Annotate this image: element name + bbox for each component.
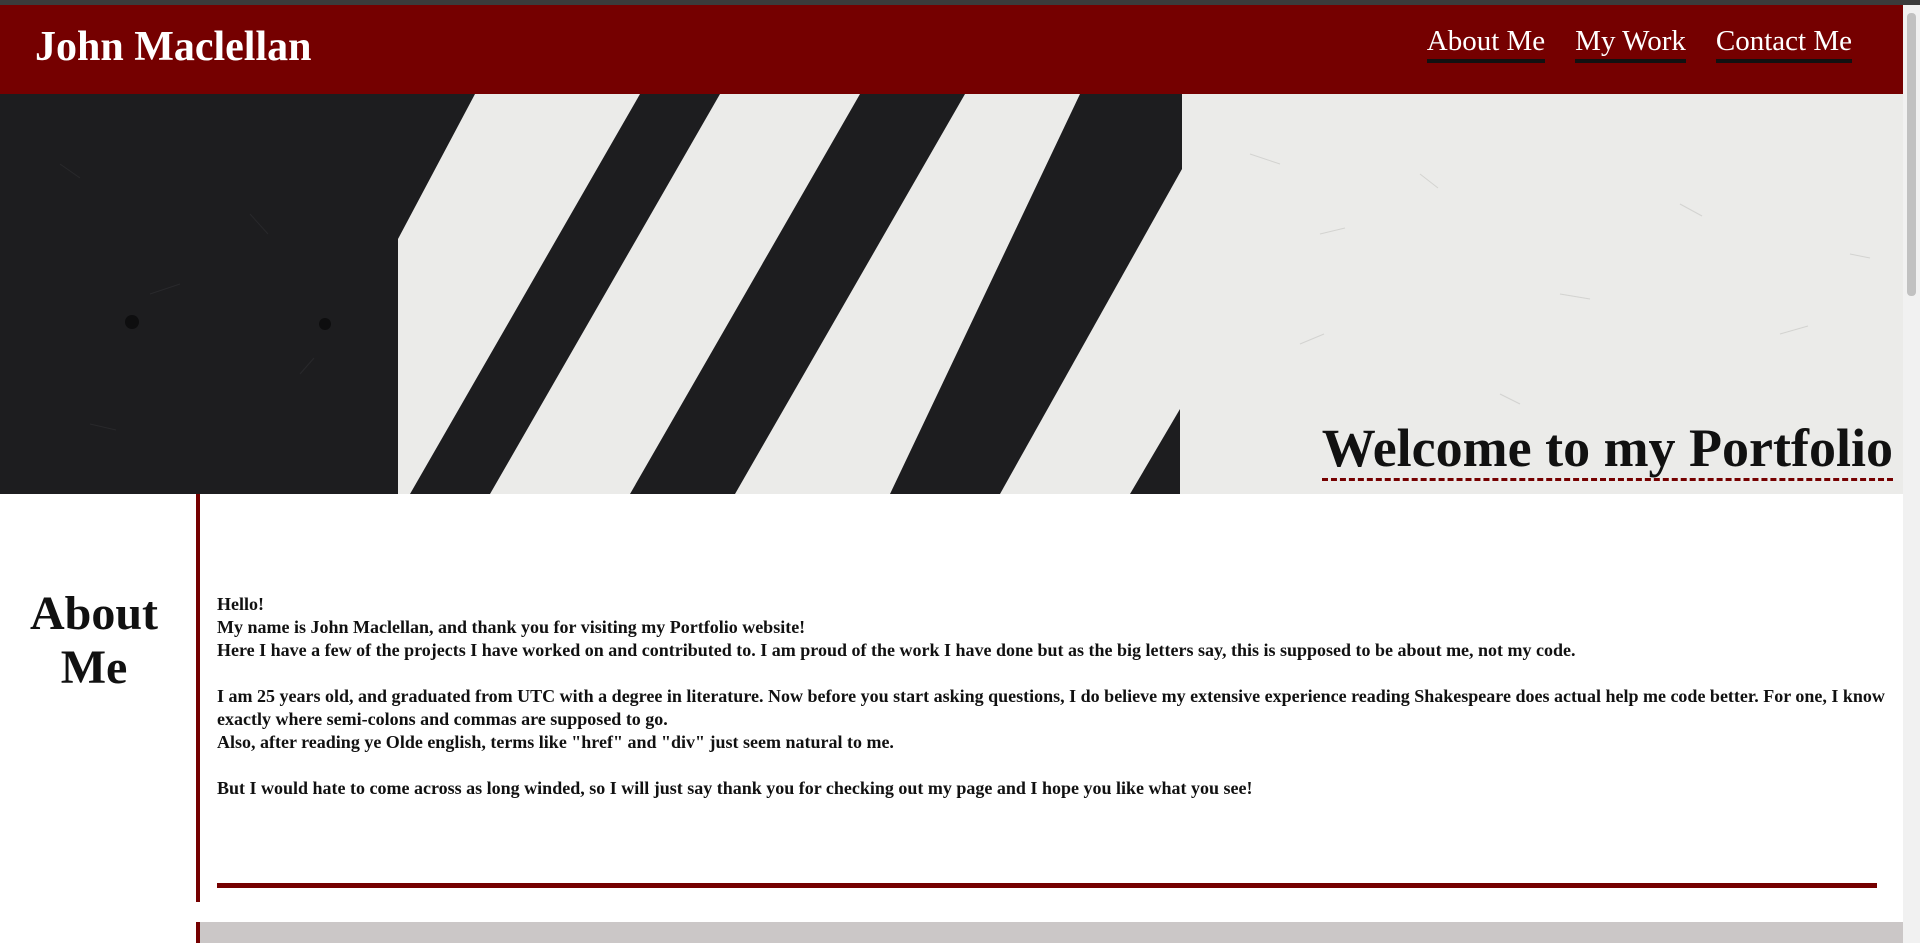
about-heading-line2: Me <box>60 641 128 694</box>
about-line: My name is John Maclellan, and thank you… <box>217 617 806 637</box>
scrollbar-thumb[interactable] <box>1907 13 1916 296</box>
main-nav: About Me My Work Contact Me <box>1426 25 1852 63</box>
hero-banner: Welcome to my Portfolio <box>0 94 1903 494</box>
about-heading: About Me <box>0 587 188 695</box>
page-viewport: John Maclellan About Me My Work Contact … <box>0 5 1903 943</box>
site-header: John Maclellan About Me My Work Contact … <box>0 5 1903 94</box>
about-line: Here I have a few of the projects I have… <box>217 640 1576 660</box>
my-work-section-top <box>200 922 1903 943</box>
about-line: Also, after reading ye Olde english, ter… <box>217 732 894 752</box>
site-title: John Maclellan <box>35 24 312 70</box>
about-divider <box>217 883 1877 888</box>
about-heading-line1: About <box>29 587 159 640</box>
about-line: Hello! <box>217 594 264 614</box>
nav-my-work[interactable]: My Work <box>1575 25 1686 63</box>
nav-about-me[interactable]: About Me <box>1426 25 1546 63</box>
about-text: Hello! My name is John Maclellan, and th… <box>217 593 1887 800</box>
nav-contact-me[interactable]: Contact Me <box>1715 25 1852 63</box>
hero-title: Welcome to my Portfolio <box>1321 420 1893 481</box>
about-line: But I would hate to come across as long … <box>217 778 1253 798</box>
about-line: I am 25 years old, and graduated from UT… <box>217 686 1885 729</box>
page-scrollbar[interactable] <box>1903 5 1920 943</box>
about-left-border <box>196 494 200 902</box>
